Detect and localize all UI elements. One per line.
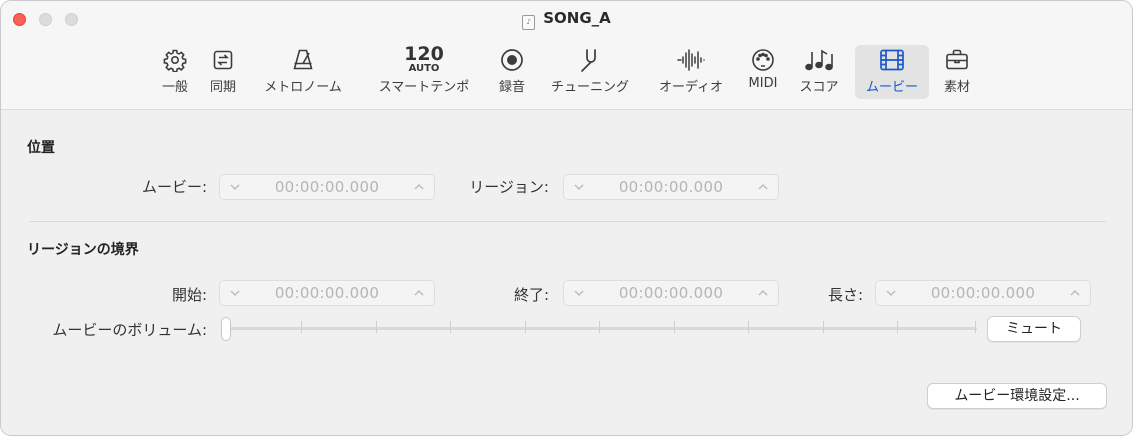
title-bar: ♪ SONG_A 一般 同期 メトロノーム 120 AUTO スマートテンポ 録… [1, 1, 1132, 110]
volume-slider-knob[interactable] [221, 317, 231, 341]
start-stepper[interactable]: 00:00:00.000 [219, 280, 435, 306]
chevron-down-icon[interactable] [228, 286, 242, 300]
tab-tuning-label: チューニング [550, 80, 629, 95]
chevron-up-icon[interactable] [756, 286, 770, 300]
slider-tick [301, 321, 302, 333]
window-title-text: SONG_A [543, 9, 611, 27]
movie-preferences-button[interactable]: ムービー環境設定... [927, 383, 1107, 409]
window-title: ♪ SONG_A [1, 9, 1132, 30]
slider-tick [376, 321, 377, 333]
slider-tick [748, 321, 749, 333]
region-position-value[interactable]: 00:00:00.000 [592, 178, 750, 196]
gear-icon [153, 47, 197, 73]
slider-tick [450, 321, 451, 333]
score-notes-icon [794, 47, 844, 73]
length-label: 長さ: [827, 286, 863, 304]
chevron-up-icon[interactable] [412, 180, 426, 194]
slider-tick [897, 321, 898, 333]
briefcase-icon [937, 47, 977, 73]
position-section-title: 位置 [27, 140, 55, 156]
chevron-down-icon[interactable] [572, 180, 586, 194]
tuning-fork-icon [543, 47, 637, 73]
tab-metronome-label: メトロノーム [264, 80, 342, 95]
tab-movie-label: ムービー [865, 80, 918, 95]
sync-icon [201, 47, 245, 73]
tab-audio[interactable]: オーディオ [651, 45, 731, 99]
section-divider [29, 221, 1106, 222]
document-icon: ♪ [522, 15, 536, 30]
tab-smart-tempo[interactable]: 120 AUTO スマートテンポ [367, 45, 481, 99]
chevron-up-icon[interactable] [756, 180, 770, 194]
settings-window: ♪ SONG_A 一般 同期 メトロノーム 120 AUTO スマートテンポ 録… [0, 0, 1133, 436]
start-label: 開始: [171, 286, 207, 304]
tab-record-label: 録音 [498, 80, 525, 95]
movie-position-stepper[interactable]: 00:00:00.000 [219, 174, 435, 200]
chevron-down-icon[interactable] [884, 286, 898, 300]
tempo-value: 120 [404, 43, 444, 65]
tab-assets[interactable]: 素材 [937, 45, 977, 99]
tab-score-label: スコア [799, 80, 839, 95]
waveform-icon [651, 47, 731, 73]
midi-port-icon [742, 47, 784, 73]
chevron-down-icon[interactable] [572, 286, 586, 300]
start-value[interactable]: 00:00:00.000 [248, 284, 406, 302]
volume-slider-track[interactable] [231, 327, 977, 330]
slider-tick [823, 321, 824, 333]
tab-smart-tempo-label: スマートテンポ [378, 80, 470, 95]
tempo-mode: AUTO [408, 63, 440, 74]
record-icon [491, 47, 533, 73]
region-position-label: リージョン: [469, 178, 549, 196]
slider-tick [975, 321, 976, 333]
tab-sync-label: 同期 [209, 80, 236, 95]
chevron-up-icon[interactable] [412, 286, 426, 300]
tab-movie[interactable]: ムービー [855, 45, 929, 99]
length-value[interactable]: 00:00:00.000 [904, 284, 1062, 302]
chevron-down-icon[interactable] [228, 180, 242, 194]
movie-position-label: ムービー: [141, 178, 207, 196]
end-label: 終了: [513, 286, 549, 304]
slider-tick [674, 321, 675, 333]
metronome-icon [255, 47, 351, 73]
tab-assets-label: 素材 [943, 80, 970, 95]
tab-midi[interactable]: MIDI [742, 45, 784, 99]
region-position-stepper[interactable]: 00:00:00.000 [563, 174, 779, 200]
movie-position-value[interactable]: 00:00:00.000 [248, 178, 406, 196]
tab-tuning[interactable]: チューニング [543, 45, 637, 99]
tab-metronome[interactable]: メトロノーム [255, 45, 351, 99]
tab-midi-label: MIDI [748, 76, 778, 91]
tab-audio-label: オーディオ [658, 80, 724, 95]
tab-record[interactable]: 録音 [491, 45, 533, 99]
tab-general[interactable]: 一般 [153, 45, 197, 99]
tab-sync[interactable]: 同期 [201, 45, 245, 99]
chevron-up-icon[interactable] [1068, 286, 1082, 300]
slider-tick [525, 321, 526, 333]
tempo-display: 120 AUTO [367, 43, 481, 75]
mute-button[interactable]: ミュート [987, 316, 1081, 342]
film-icon [855, 47, 929, 73]
length-stepper[interactable]: 00:00:00.000 [875, 280, 1091, 306]
tab-general-label: 一般 [161, 80, 188, 95]
end-stepper[interactable]: 00:00:00.000 [563, 280, 779, 306]
slider-tick [599, 321, 600, 333]
region-bounds-section-title: リージョンの境界 [27, 242, 139, 258]
tab-score[interactable]: スコア [794, 45, 844, 99]
movie-volume-label: ムービーのボリューム: [52, 321, 207, 339]
end-value[interactable]: 00:00:00.000 [592, 284, 750, 302]
